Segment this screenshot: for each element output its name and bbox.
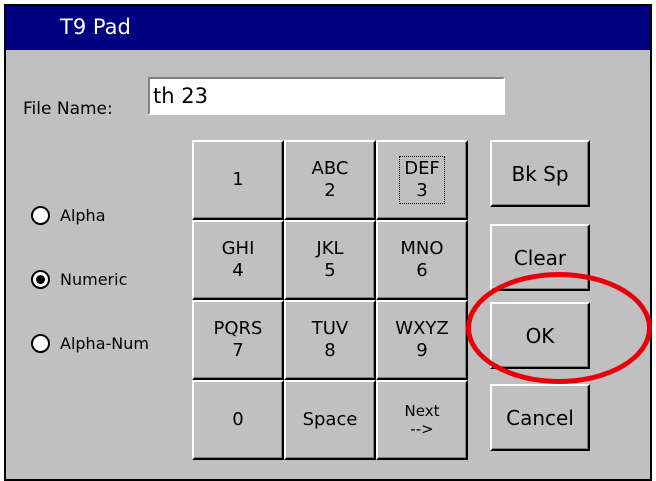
key-2-digit: 2: [324, 180, 336, 201]
key-7-button[interactable]: PQRS 7: [192, 300, 284, 380]
clear-label: Clear: [513, 245, 567, 270]
radio-alpha-num-circle[interactable]: [31, 334, 50, 353]
backspace-label: Bk Sp: [511, 161, 569, 186]
next-arrow: -->: [410, 420, 434, 438]
radio-alpha-label: Alpha: [60, 206, 106, 225]
key-4-letters: GHI: [221, 238, 255, 259]
key-5-letters: JKL: [316, 238, 344, 259]
key-6-letters: MNO: [400, 238, 444, 259]
file-name-label: File Name:: [23, 99, 113, 119]
t9-pad-window: T9 Pad File Name: Alpha Numeric Alpha-Nu…: [4, 4, 652, 481]
cancel-button[interactable]: Cancel: [490, 384, 590, 451]
backspace-button[interactable]: Bk Sp: [490, 140, 590, 207]
key-3-letters: DEF: [404, 158, 440, 179]
file-name-input[interactable]: [148, 77, 505, 115]
key-3-button[interactable]: DEF 3: [376, 140, 468, 220]
key-9-letters: WXYZ: [395, 318, 449, 339]
cancel-label: Cancel: [506, 405, 574, 430]
radio-alpha-circle[interactable]: [31, 206, 50, 225]
key-8-button[interactable]: TUV 8: [284, 300, 376, 380]
radio-numeric[interactable]: Numeric: [31, 270, 127, 289]
space-label: Space: [302, 409, 358, 430]
key-1-button[interactable]: 1: [192, 140, 284, 220]
space-button[interactable]: Space: [284, 380, 376, 460]
key-9-button[interactable]: WXYZ 9: [376, 300, 468, 380]
key-6-button[interactable]: MNO 6: [376, 220, 468, 300]
radio-numeric-label: Numeric: [60, 270, 128, 289]
key-4-button[interactable]: GHI 4: [192, 220, 284, 300]
radio-alpha[interactable]: Alpha: [31, 206, 106, 225]
key-0-digit: 0: [232, 409, 244, 430]
window-title: T9 Pad: [60, 15, 131, 39]
next-label: Next: [404, 402, 440, 420]
key-8-digit: 8: [324, 340, 336, 361]
key-5-digit: 5: [324, 260, 336, 281]
title-bar[interactable]: T9 Pad: [6, 6, 650, 50]
clear-button[interactable]: Clear: [490, 224, 590, 291]
key-7-digit: 7: [232, 340, 244, 361]
key-7-letters: PQRS: [213, 318, 263, 339]
ok-label: OK: [525, 323, 555, 348]
key-8-letters: TUV: [311, 318, 349, 339]
key-0-button[interactable]: 0: [192, 380, 284, 460]
radio-alpha-num-label: Alpha-Num: [60, 334, 149, 353]
radio-alpha-num[interactable]: Alpha-Num: [31, 334, 149, 353]
key-6-digit: 6: [416, 260, 428, 281]
next-button[interactable]: Next -->: [376, 380, 468, 460]
key-2-button[interactable]: ABC 2: [284, 140, 376, 220]
key-1-digit: 1: [232, 169, 244, 190]
radio-numeric-circle[interactable]: [31, 270, 50, 289]
ok-button[interactable]: OK: [490, 302, 590, 369]
key-5-button[interactable]: JKL 5: [284, 220, 376, 300]
key-9-digit: 9: [416, 340, 428, 361]
key-4-digit: 4: [232, 260, 244, 281]
key-3-digit: 3: [416, 180, 428, 201]
key-2-letters: ABC: [311, 158, 349, 179]
